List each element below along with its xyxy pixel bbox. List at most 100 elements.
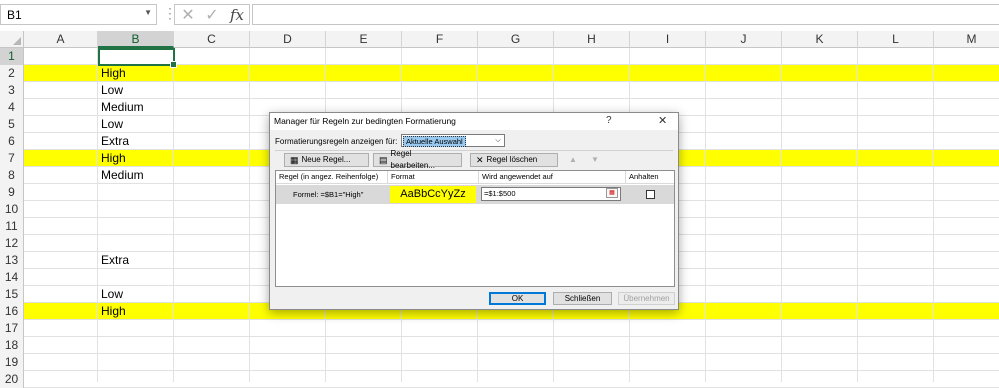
cell-b[interactable]: High	[98, 303, 177, 320]
edit-rule-button[interactable]: ▤ Regel bearbeiten...	[373, 149, 462, 170]
close-icon[interactable]: ✕	[658, 114, 667, 127]
insert-function-icon[interactable]: fx	[226, 4, 248, 25]
rule-row[interactable]: Formel: =$B1="High" AaBbCcYyZz =$1:$500 …	[276, 185, 674, 204]
row-header[interactable]: 13	[0, 252, 24, 269]
format-preview: AaBbCcYyZz	[390, 186, 476, 203]
show-rules-label: Formatierungsregeln anzeigen für:	[275, 137, 398, 146]
move-up-icon[interactable]: ▲	[566, 153, 580, 167]
cell-b[interactable]: Low	[98, 116, 177, 133]
gridline	[249, 48, 250, 382]
cell-b[interactable]: Medium	[98, 99, 177, 116]
column-header-b[interactable]: B	[98, 31, 174, 48]
row-header[interactable]: 5	[0, 116, 24, 133]
row-header[interactable]: 19	[0, 354, 24, 371]
rule-text: Formel: =$B1="High"	[293, 190, 364, 199]
cell-b[interactable]	[98, 235, 177, 252]
table-row: 17	[0, 320, 999, 337]
gridline	[705, 48, 706, 382]
row-header[interactable]: 8	[0, 167, 24, 184]
row-header[interactable]: 20	[0, 371, 24, 388]
cell-b[interactable]	[98, 184, 177, 201]
applies-to-input[interactable]: =$1:$500	[481, 187, 621, 201]
apply-button[interactable]: Übernehmen	[618, 292, 675, 305]
column-header-a[interactable]: A	[24, 31, 98, 48]
confirm-icon[interactable]: ✓	[201, 4, 223, 25]
cell-b[interactable]: Low	[98, 286, 177, 303]
cancel-icon[interactable]: ✕	[177, 4, 199, 25]
header-rule: Regel (in angez. Reihenfolge)	[276, 171, 388, 184]
cell-b[interactable]: High	[98, 150, 177, 167]
row-header[interactable]: 2	[0, 65, 24, 82]
row-header[interactable]: 6	[0, 133, 24, 150]
delete-rule-button[interactable]: ✕ Regel löschen	[470, 153, 558, 167]
row-header[interactable]: 7	[0, 150, 24, 167]
chevron-down-icon[interactable]: ⌵	[493, 135, 503, 146]
row-header[interactable]: 4	[0, 99, 24, 116]
table-row: 19	[0, 354, 999, 371]
cell-b[interactable]	[98, 201, 177, 218]
gridline	[933, 48, 934, 382]
edit-rule-icon: ▤	[379, 155, 388, 165]
column-header-k[interactable]: K	[782, 31, 858, 48]
row-header[interactable]: 17	[0, 320, 24, 337]
column-header-m[interactable]: M	[934, 31, 999, 48]
row-header[interactable]: 15	[0, 286, 24, 303]
scope-select[interactable]: Aktuelle Auswahl ⌵	[401, 134, 505, 147]
cell-b[interactable]	[98, 371, 177, 388]
column-header-l[interactable]: L	[858, 31, 934, 48]
cell-b[interactable]: Extra	[98, 133, 177, 150]
column-header-h[interactable]: H	[554, 31, 630, 48]
formula-input[interactable]	[252, 4, 999, 25]
select-all-button[interactable]	[0, 31, 24, 48]
column-header-g[interactable]: G	[478, 31, 554, 48]
header-format: Format	[388, 171, 479, 184]
column-header-f[interactable]: F	[402, 31, 478, 48]
gridline	[173, 48, 174, 382]
close-button[interactable]: Schließen	[553, 292, 612, 305]
edit-rule-label: Regel bearbeiten...	[390, 149, 435, 170]
chevron-down-icon[interactable]: ▼	[144, 8, 152, 17]
cell-b[interactable]	[98, 269, 177, 286]
cell-b[interactable]	[98, 320, 177, 337]
column-header-e[interactable]: E	[326, 31, 402, 48]
column-header-c[interactable]: C	[174, 31, 250, 48]
gridline	[857, 48, 858, 382]
dialog-titlebar[interactable]: Manager für Regeln zur bedingten Formati…	[270, 113, 678, 130]
row-header[interactable]: 18	[0, 337, 24, 354]
delete-icon: ✕	[476, 155, 484, 165]
row-header[interactable]: 10	[0, 201, 24, 218]
rules-table: Regel (in angez. Reihenfolge) Format Wir…	[275, 170, 675, 287]
cell-b[interactable]	[98, 218, 177, 235]
active-cell[interactable]	[98, 48, 177, 68]
scope-select-value: Aktuelle Auswahl	[403, 136, 466, 147]
cell-b[interactable]	[98, 337, 177, 354]
cell-b[interactable]: Low	[98, 82, 177, 99]
new-rule-button[interactable]: ▦ Neue Regel...	[284, 153, 369, 167]
range-selector-icon[interactable]: ▦	[606, 188, 618, 198]
cell-b[interactable]: Extra	[98, 252, 177, 269]
row-header[interactable]: 12	[0, 235, 24, 252]
column-header-i[interactable]: I	[630, 31, 706, 48]
cell-b[interactable]: High	[98, 65, 177, 82]
row-header[interactable]: 9	[0, 184, 24, 201]
name-box[interactable]: B1 ▼	[0, 4, 157, 25]
column-header-j[interactable]: J	[706, 31, 782, 48]
cell-b[interactable]	[98, 354, 177, 371]
drag-handle-icon[interactable]: ⋮	[163, 6, 177, 20]
move-down-icon[interactable]: ▼	[588, 153, 602, 167]
divider	[275, 150, 673, 151]
column-header-d[interactable]: D	[250, 31, 326, 48]
ok-button[interactable]: OK	[489, 292, 546, 305]
help-icon[interactable]: ?	[606, 115, 612, 126]
row-header[interactable]: 16	[0, 303, 24, 320]
row-header[interactable]: 3	[0, 82, 24, 99]
table-row: 20	[0, 371, 999, 388]
table-row: 3 Low	[0, 82, 999, 99]
conditional-formatting-dialog: Manager für Regeln zur bedingten Formati…	[269, 112, 679, 310]
stop-if-true-checkbox[interactable]	[646, 190, 655, 199]
row-header[interactable]: 1	[0, 48, 24, 65]
header-stop-if-true: Anhalten	[626, 171, 674, 184]
row-header[interactable]: 14	[0, 269, 24, 286]
cell-b[interactable]: Medium	[98, 167, 177, 184]
row-header[interactable]: 11	[0, 218, 24, 235]
